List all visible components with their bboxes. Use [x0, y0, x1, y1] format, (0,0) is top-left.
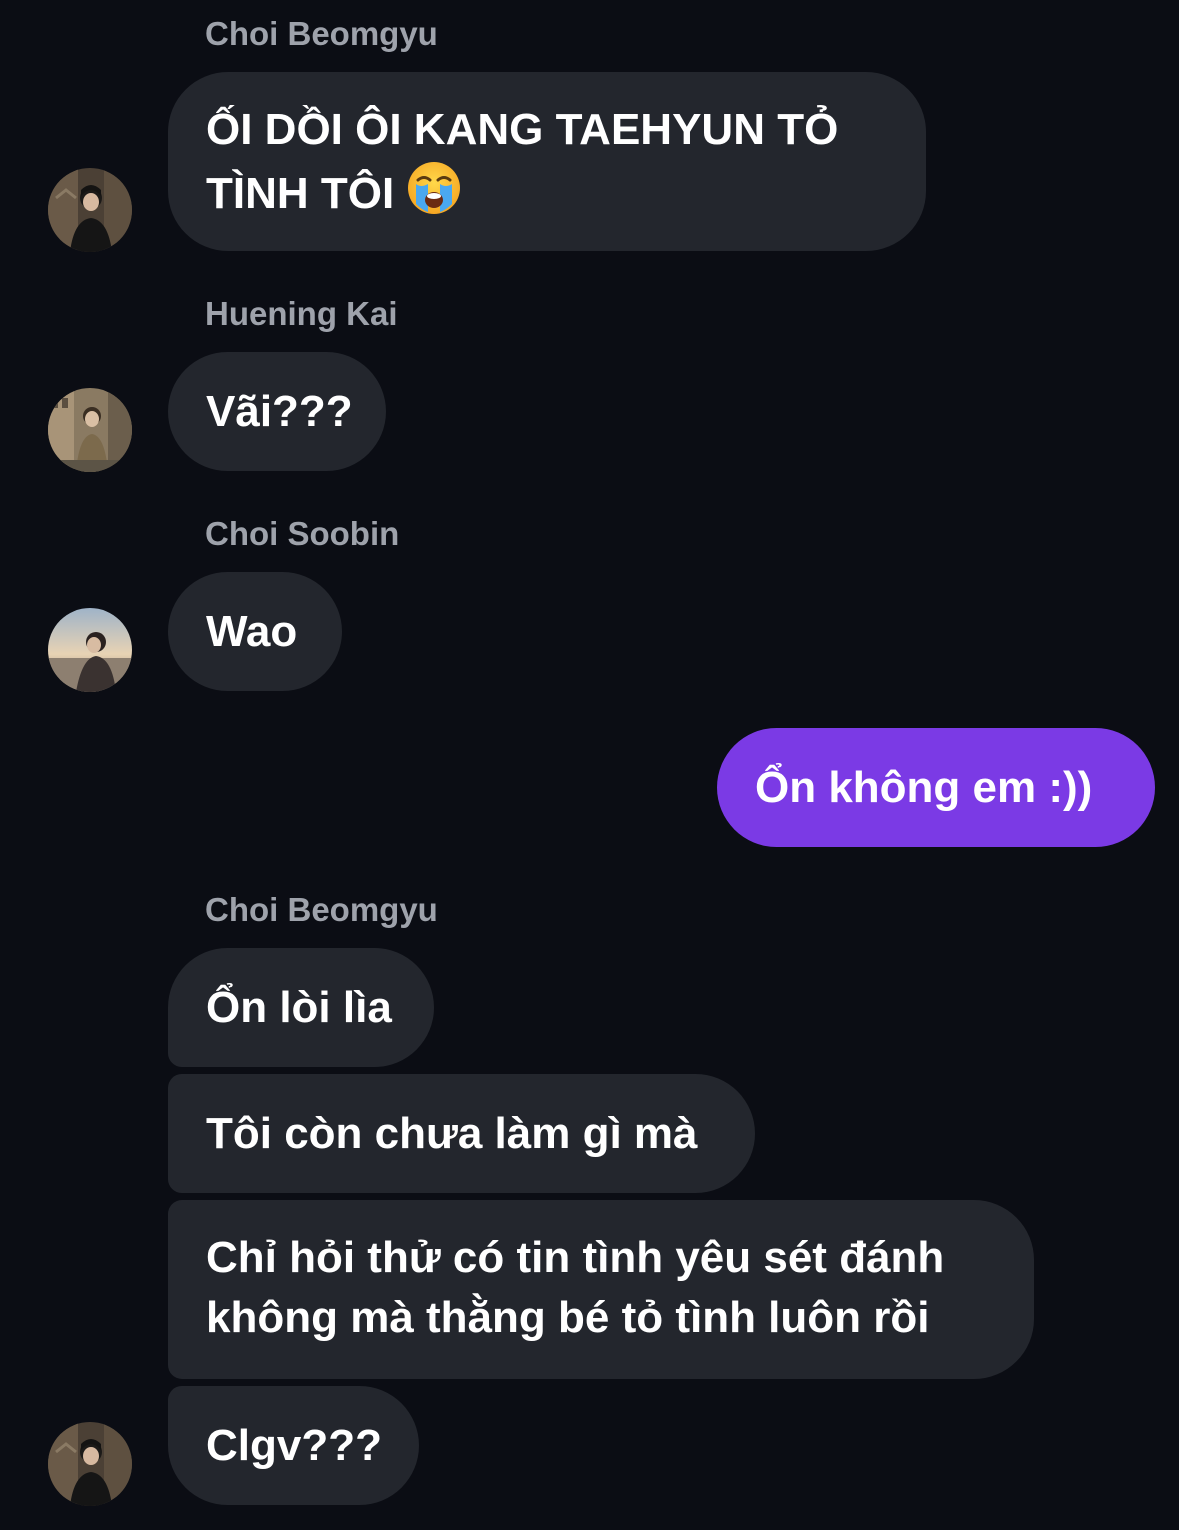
avatar-choi-soobin[interactable]: [48, 608, 132, 692]
message-text-line: không mà thằng bé tỏ tình luôn rồi: [206, 1293, 930, 1342]
loudly-crying-face-icon: [406, 160, 462, 216]
message-text-line: ỐI DỒI ÔI KANG TAEHYUN TỎ: [206, 105, 839, 154]
message-text-line: Ổn không em :)): [755, 763, 1093, 812]
message-text-line: Ổn lòi lìa: [206, 983, 392, 1032]
message-text-line: TÌNH TÔI: [206, 160, 888, 224]
message-text-line: Tôi còn chưa làm gì mà: [206, 1109, 698, 1158]
avatar-choi-beomgyu[interactable]: [48, 1422, 132, 1506]
sender-name: Choi Soobin: [205, 515, 400, 552]
sender-name: Choi Beomgyu: [205, 891, 438, 928]
sender-name: Choi Beomgyu: [205, 15, 438, 52]
avatar-choi-beomgyu[interactable]: [48, 168, 132, 252]
message-text-line: Wao: [206, 607, 298, 656]
message-bubble[interactable]: Clgv???: [168, 1386, 419, 1505]
avatar-huening-kai[interactable]: [48, 388, 132, 472]
sender-name: Huening Kai: [205, 295, 398, 332]
message-text-line: Clgv???: [206, 1421, 382, 1470]
message-bubble[interactable]: Chỉ hỏi thử có tin tình yêu sét đánh khô…: [168, 1200, 1034, 1379]
message-bubble[interactable]: Tôi còn chưa làm gì mà: [168, 1074, 755, 1193]
message-bubble[interactable]: ỐI DỒI ÔI KANG TAEHYUN TỎ TÌNH TÔI: [168, 72, 926, 251]
message-text-line: Vãi???: [206, 387, 353, 436]
outgoing-message-bubble[interactable]: Ổn không em :)): [717, 728, 1155, 847]
message-text-line: Chỉ hỏi thử có tin tình yêu sét đánh: [206, 1233, 945, 1282]
message-bubble[interactable]: Wao: [168, 572, 342, 691]
message-bubble[interactable]: Vãi???: [168, 352, 386, 471]
message-bubble[interactable]: Ổn lòi lìa: [168, 948, 434, 1067]
